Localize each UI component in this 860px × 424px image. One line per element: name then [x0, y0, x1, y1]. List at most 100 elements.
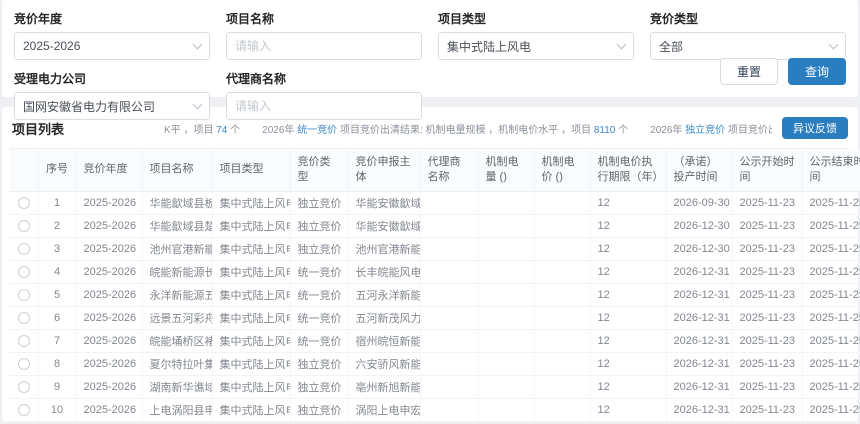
chevron-down-icon: [192, 99, 203, 109]
row-radio-cell: [10, 237, 39, 261]
bid-type-value: 全部: [659, 39, 684, 54]
column-header-energy: 机制电量 (): [478, 149, 535, 192]
stats-text: 项目竞价出清结果: 机制: [727, 124, 772, 136]
stats-text: 项目竞价出清结果: 机制电量规模 ，机制电价水平 ，项目: [337, 124, 594, 136]
table-body: 12025-2026华能歙域县板...集中式陆上风电独立竞价华能安徽歙域...1…: [10, 191, 860, 422]
cell-year: 2025-2026: [76, 375, 143, 399]
row-radio-cell: [10, 329, 39, 353]
cell-agent: [420, 375, 479, 399]
cell-price: [534, 237, 591, 261]
table-row: 12025-2026华能歙域县板...集中式陆上风电独立竞价华能安徽歙域... 1…: [10, 191, 860, 215]
row-radio[interactable]: [17, 265, 30, 278]
row-radio-cell: [10, 352, 39, 376]
cell-agent: [420, 329, 479, 353]
reset-button[interactable]: 重置: [719, 58, 778, 85]
cell-applicant: 长丰皖能风电...: [348, 260, 421, 284]
cell-year: 2025-2026: [76, 306, 143, 330]
cell-pub_start: 2025-11-23: [732, 260, 803, 284]
stats-text: K平 ，项目: [164, 124, 217, 136]
cell-pub_start: 2025-11-23: [732, 214, 803, 238]
stats-link[interactable]: 统一竞价: [297, 125, 337, 136]
stats-text: 2026年: [262, 124, 298, 136]
row-radio[interactable]: [17, 380, 30, 393]
bid-year-value: 2025-2026: [23, 39, 81, 53]
cell-applicant: 涡阳上电申宏...: [348, 398, 421, 422]
chevron-down-icon: [828, 39, 839, 49]
stats-link[interactable]: 8110: [594, 125, 616, 136]
cell-name: 上电涡阳县申...: [142, 398, 213, 422]
cell-bid_type: 独立竞价: [290, 375, 349, 399]
row-radio[interactable]: [17, 242, 30, 255]
project-type-select[interactable]: 集中式陆上风电: [438, 32, 634, 60]
stats-text: 个: [227, 124, 241, 136]
cell-pub_end: 2025-11-25: [802, 398, 860, 422]
cell-seq: 5: [38, 283, 77, 307]
cell-type: 集中式陆上风电: [212, 260, 291, 284]
cell-bid_type: 独立竞价: [290, 398, 349, 422]
cell-agent: [420, 191, 479, 215]
bid-year-select[interactable]: 2025-2026: [14, 32, 210, 60]
cell-applicant: 五河新茂风力...: [348, 306, 421, 330]
query-button[interactable]: 查询: [787, 58, 846, 85]
row-radio[interactable]: [17, 334, 30, 347]
cell-year: 2025-2026: [76, 237, 143, 261]
power-company-value: 国网安徽省电力有限公司: [23, 99, 156, 114]
stats-group: K平 ，项目 74 个: [164, 125, 240, 136]
cell-term: 12: [590, 306, 667, 330]
row-radio[interactable]: [17, 357, 30, 370]
cell-bid_type: 统一竞价: [290, 283, 349, 307]
cell-prod_time: 2026-12-30: [666, 214, 733, 238]
agent-name-input[interactable]: [226, 92, 422, 120]
cell-term: 12: [590, 329, 667, 353]
cell-name: 永洋新能源五...: [142, 283, 213, 307]
field-bid-type: 竞价类型 全部: [650, 10, 846, 60]
cell-term: 12: [590, 214, 667, 238]
row-radio-cell: [10, 260, 39, 284]
cell-applicant: 华能安徽歙域...: [348, 191, 421, 215]
row-radio-cell: [10, 191, 39, 215]
cell-seq: 1: [38, 191, 77, 215]
row-radio[interactable]: [17, 219, 30, 232]
cell-pub_end: 2025-11-25: [802, 237, 860, 261]
project-name-input[interactable]: [226, 32, 422, 60]
cell-year: 2025-2026: [76, 398, 143, 422]
cell-seq: 4: [38, 260, 77, 284]
cell-year: 2025-2026: [76, 329, 143, 353]
field-agent-name: 代理商名称: [226, 70, 422, 120]
cell-pub_end: 2025-11-25: [802, 283, 860, 307]
column-header-agent: 代理商名称: [420, 149, 479, 192]
stats-link[interactable]: 独立竞价: [685, 125, 725, 136]
stats-link[interactable]: 74: [216, 125, 227, 136]
column-header-year: 竞价年度: [76, 149, 143, 192]
row-radio[interactable]: [17, 403, 30, 416]
cell-prod_time: 2026-12-31: [666, 375, 733, 399]
power-company-select[interactable]: 国网安徽省电力有限公司: [14, 92, 210, 120]
cell-pub_start: 2025-11-23: [732, 191, 803, 215]
cell-seq: 2: [38, 214, 77, 238]
cell-prod_time: 2026-09-30: [666, 191, 733, 215]
stats-text: 2026年: [650, 124, 686, 136]
row-radio-cell: [10, 283, 39, 307]
project-table: 序号 竞价年度 项目名称 项目类型 竞价类型 竞价申报主体 代理商名称 机制电量 () 机制电价…: [10, 148, 860, 422]
cell-year: 2025-2026: [76, 283, 143, 307]
cell-agent: [420, 214, 479, 238]
column-header-select: [10, 149, 39, 192]
row-radio[interactable]: [17, 311, 30, 324]
cell-term: 12: [590, 375, 667, 399]
cell-energy: [478, 191, 535, 215]
objection-feedback-button[interactable]: 异议反馈: [782, 117, 848, 139]
cell-applicant: 华能安徽歙域...: [348, 214, 421, 238]
cell-name: 夏尔特拉叶集...: [142, 352, 213, 376]
column-header-pub_end: 公示结束时间: [802, 149, 860, 192]
filter-actions: 重置 查询: [719, 58, 846, 85]
cell-type: 集中式陆上风电: [212, 398, 291, 422]
cell-energy: [478, 260, 535, 284]
cell-type: 集中式陆上风电: [212, 191, 291, 215]
row-radio[interactable]: [17, 288, 30, 301]
cell-prod_time: 2026-12-30: [666, 237, 733, 261]
row-radio[interactable]: [17, 196, 30, 209]
cell-pub_start: 2025-11-23: [732, 329, 803, 353]
cell-applicant: 六安骄风新能...: [348, 352, 421, 376]
column-header-term: 机制电价执行期限（年）: [590, 149, 667, 192]
bid-type-select[interactable]: 全部: [650, 32, 846, 60]
